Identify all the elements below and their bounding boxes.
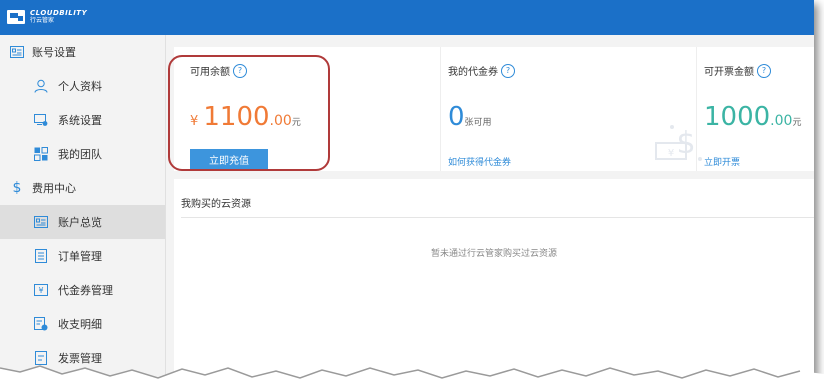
sidebar-item-label: 代金券管理 bbox=[58, 284, 113, 297]
card-divider bbox=[440, 47, 441, 171]
sidebar-item-my-team[interactable]: 我的团队 bbox=[0, 137, 165, 171]
sidebar-item-profile[interactable]: 个人资料 bbox=[0, 69, 165, 103]
ticket-watermark-icon: ¥ bbox=[655, 142, 687, 160]
invoiceable-amount: 1000.00元 bbox=[704, 102, 801, 132]
brand-name-en: CLOUDBILITY bbox=[30, 9, 88, 17]
logo-icon bbox=[7, 10, 25, 24]
receipt-icon bbox=[34, 317, 48, 331]
invoiceable-title: 可开票金额 ? bbox=[704, 63, 771, 78]
card-divider bbox=[696, 47, 697, 171]
sidebar-group-account-settings[interactable]: 账号设置 bbox=[0, 35, 165, 69]
help-icon[interactable]: ? bbox=[757, 63, 771, 78]
voucher-count: 0张可用 bbox=[448, 102, 492, 132]
document-icon bbox=[34, 249, 48, 263]
top-header: CLOUDBILITY 行云管家 bbox=[0, 0, 814, 35]
sidebar-item-transaction-details[interactable]: 收支明细 bbox=[0, 307, 165, 341]
sidebar-item-voucher-management[interactable]: ¥ 代金券管理 bbox=[0, 273, 165, 307]
logo-text: CLOUDBILITY 行云管家 bbox=[30, 10, 87, 24]
dollar-icon: $ bbox=[12, 180, 22, 196]
voucher-icon: ¥ bbox=[34, 283, 48, 297]
highlight-outline bbox=[168, 55, 330, 171]
monitor-settings-icon bbox=[34, 113, 48, 127]
screenshot-frame: CLOUDBILITY 行云管家 账号设置 个人资料 系统设置 我的团队 $ 费… bbox=[0, 0, 814, 378]
sidebar: 账号设置 个人资料 系统设置 我的团队 $ 费用中心 账户总览 订单管理 ¥ 代… bbox=[0, 35, 166, 378]
svg-text:¥: ¥ bbox=[38, 286, 43, 295]
brand-name-cn: 行云管家 bbox=[30, 17, 55, 24]
voucher-count-value: 0 bbox=[448, 102, 465, 132]
invoiceable-unit: 元 bbox=[792, 118, 802, 128]
empty-state-text: 暂未通过行云管家购买过云资源 bbox=[430, 249, 557, 259]
user-icon bbox=[34, 79, 48, 93]
invoiceable-title-text: 可开票金额 bbox=[704, 67, 754, 78]
sidebar-item-label: 费用中心 bbox=[32, 182, 76, 195]
invoiceable-card: 可开票金额 ? 1000.00元 立即开票 bbox=[704, 47, 814, 171]
voucher-unit: 张可用 bbox=[464, 118, 492, 128]
sidebar-item-label: 系统设置 bbox=[58, 114, 102, 127]
sidebar-item-system-settings[interactable]: 系统设置 bbox=[0, 103, 165, 137]
svg-text:¥: ¥ bbox=[668, 148, 674, 159]
id-card-icon bbox=[10, 45, 24, 59]
sidebar-group-billing-center[interactable]: $ 费用中心 bbox=[0, 171, 165, 205]
id-card-icon bbox=[34, 215, 48, 229]
sidebar-item-label: 我的团队 bbox=[58, 148, 102, 161]
sidebar-item-label: 订单管理 bbox=[58, 250, 102, 263]
grid-icon bbox=[34, 147, 48, 161]
divider bbox=[181, 217, 814, 218]
logo[interactable]: CLOUDBILITY 行云管家 bbox=[6, 7, 87, 27]
sidebar-item-label: 账户总览 bbox=[58, 216, 102, 229]
invoiceable-amount-dec: .00 bbox=[770, 113, 793, 129]
how-to-get-voucher-link[interactable]: 如何获得代金券 bbox=[448, 155, 511, 168]
invoiceable-amount-int: 1000 bbox=[704, 102, 771, 132]
issue-invoice-link[interactable]: 立即开票 bbox=[704, 155, 740, 168]
sidebar-item-order-management[interactable]: 订单管理 bbox=[0, 239, 165, 273]
purchased-resources-panel: 我购买的云资源 暂未通过行云管家购买过云资源 bbox=[174, 179, 814, 378]
torn-edge-bottom bbox=[0, 362, 824, 391]
help-icon[interactable]: ? bbox=[501, 63, 515, 78]
sidebar-item-label: 个人资料 bbox=[58, 80, 102, 93]
voucher-title-text: 我的代金券 bbox=[448, 67, 498, 78]
voucher-title: 我的代金券 ? bbox=[448, 63, 515, 78]
sidebar-item-account-overview[interactable]: 账户总览 bbox=[0, 205, 165, 239]
resources-title: 我购买的云资源 bbox=[181, 199, 251, 210]
sidebar-item-label: 账号设置 bbox=[32, 46, 76, 59]
sidebar-item-label: 收支明细 bbox=[58, 318, 102, 331]
